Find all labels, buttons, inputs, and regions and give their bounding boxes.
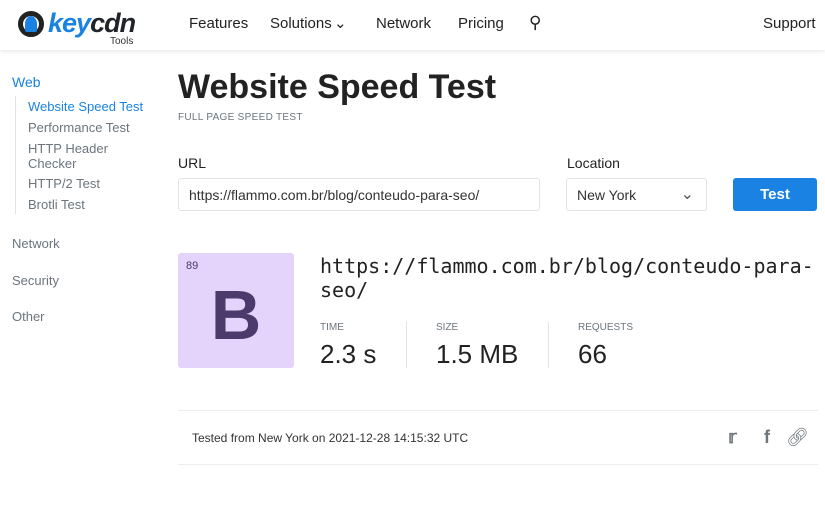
metric-value: 2.3 s (320, 339, 377, 369)
sidebar-item-performance-test[interactable]: Performance Test (28, 120, 130, 135)
sidebar-item-http-header-checker[interactable]: HTTP Header Checker (28, 141, 128, 171)
metric-label: SIZE (436, 322, 459, 333)
twitter-icon[interactable]: 𝕣 (728, 427, 737, 448)
divider (178, 410, 818, 411)
metric-label: TIME (320, 322, 344, 333)
top-nav: keycdn Tools Features Solutions ⌄ Networ… (0, 0, 825, 50)
sidebar-divider (15, 96, 16, 214)
facebook-icon[interactable]: f (764, 427, 770, 448)
test-button[interactable]: Test (733, 178, 817, 211)
url-label: URL (178, 155, 207, 171)
sidebar-section-other[interactable]: Other (12, 309, 45, 324)
sidebar-item-website-speed-test[interactable]: Website Speed Test (28, 99, 143, 114)
metric-size: SIZE 1.5 MB (436, 322, 518, 370)
search-icon[interactable]: ⚲ (529, 13, 541, 33)
test-info: Tested from New York on 2021-12-28 14:15… (192, 431, 469, 445)
logo-text: keycdn (48, 8, 136, 38)
metric-requests: REQUESTS 66 (578, 322, 633, 370)
location-select[interactable]: New York ⌄ (566, 178, 707, 211)
url-input[interactable]: https://flammo.com.br/blog/conteudo-para… (178, 178, 540, 211)
page-title: Website Speed Test (178, 68, 497, 106)
result-url: https://flammo.com.br/blog/conteudo-para… (320, 254, 814, 302)
nav-support[interactable]: Support (763, 15, 816, 32)
divider (178, 464, 818, 465)
nav-pricing[interactable]: Pricing (458, 15, 504, 32)
chevron-down-icon[interactable]: ⌄ (334, 14, 347, 32)
metric-value: 66 (578, 339, 607, 369)
sidebar-section-network[interactable]: Network (12, 236, 60, 251)
keycdn-logo[interactable]: keycdn Tools (12, 6, 137, 47)
sidebar-section-security[interactable]: Security (12, 273, 59, 288)
sidebar-item-http2-test[interactable]: HTTP/2 Test (28, 176, 100, 191)
grade-badge: 89 B (178, 253, 294, 368)
location-label: Location (567, 155, 620, 171)
metric-divider (548, 322, 549, 368)
page-subtitle: FULL PAGE SPEED TEST (178, 112, 303, 123)
metric-value: 1.5 MB (436, 339, 519, 369)
grade-score: 89 (186, 260, 199, 272)
nav-features[interactable]: Features (189, 15, 248, 32)
sidebar-item-brotli-test[interactable]: Brotli Test (28, 197, 85, 212)
metric-time: TIME 2.3 s (320, 322, 376, 370)
nav-network[interactable]: Network (376, 15, 431, 32)
nav-solutions[interactable]: Solutions (270, 15, 332, 32)
metric-label: REQUESTS (578, 322, 634, 333)
logo-sub: Tools (110, 36, 134, 47)
sidebar-section-web[interactable]: Web (12, 74, 41, 90)
chevron-down-icon: ⌄ (680, 186, 694, 203)
link-icon[interactable]: 🔗︎ (786, 427, 809, 448)
location-value: New York (577, 187, 637, 203)
grade-letter: B (210, 276, 262, 354)
keyhole-icon (25, 16, 37, 32)
metric-divider (406, 322, 407, 368)
